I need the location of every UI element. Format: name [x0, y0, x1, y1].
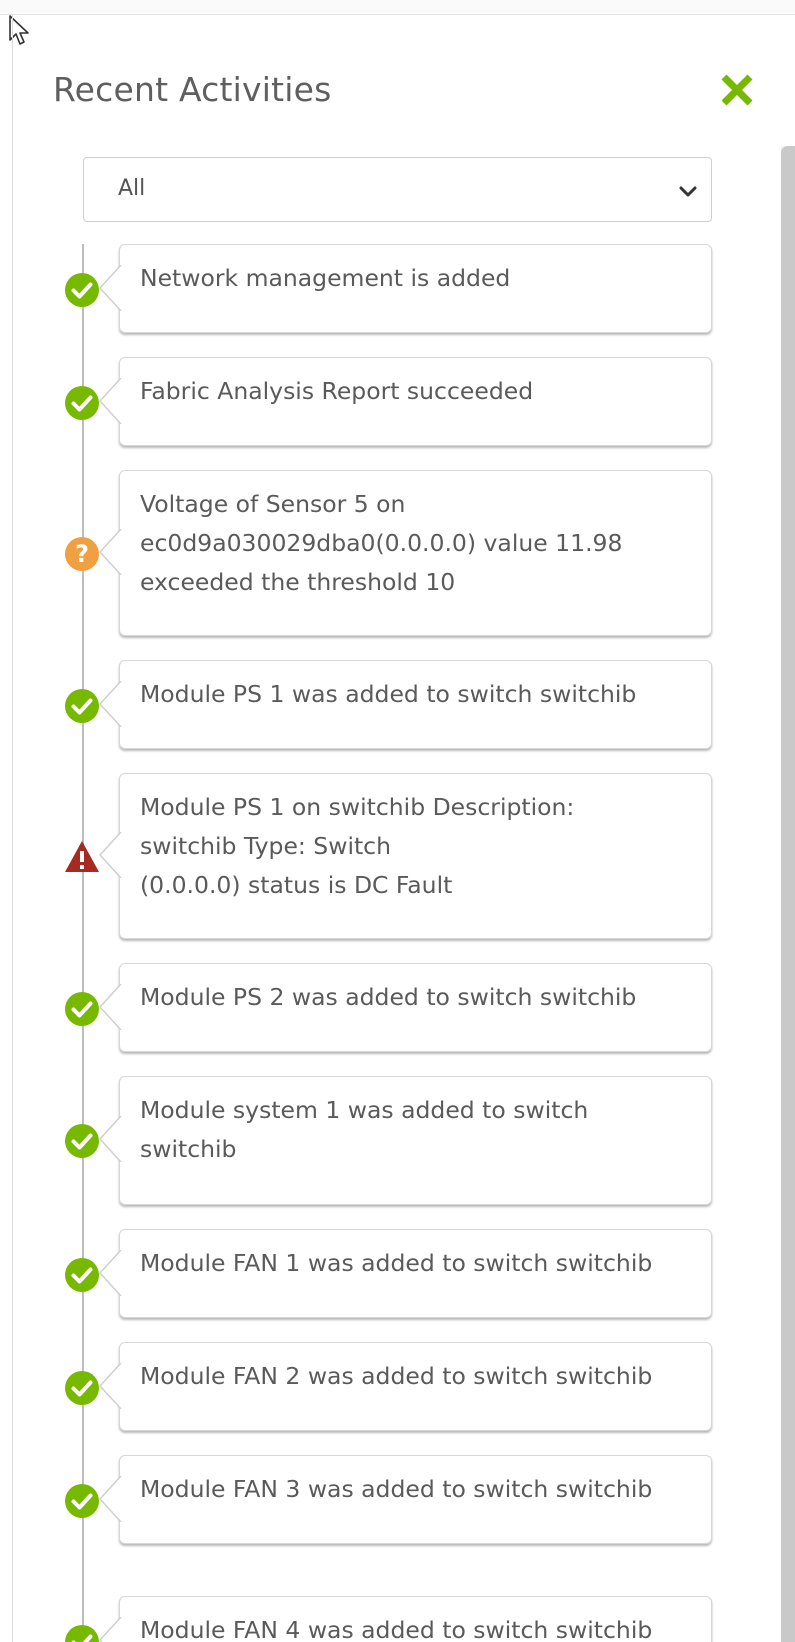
activity-text: Module FAN 4 was added to switch switchi… [140, 1616, 653, 1642]
activity-text: Module system 1 was added to switch swit… [140, 1096, 589, 1163]
activity-card[interactable]: Module FAN 4 was added to switch switchi… [98, 1596, 712, 1642]
card-pointer-arrow [98, 265, 122, 311]
activity-text: Voltage of Sensor 5 on ec0d9a030029dba0(… [140, 490, 623, 596]
timeline-line [82, 244, 84, 1642]
scrollbar-thumb[interactable] [781, 146, 795, 1642]
check-circle-icon [64, 272, 100, 308]
check-circle-icon [64, 385, 100, 421]
activity-card[interactable]: Module FAN 2 was added to switch switchi… [98, 1342, 712, 1431]
activity-card[interactable]: Module system 1 was added to switch swit… [98, 1076, 712, 1205]
card-pointer-arrow [98, 1476, 122, 1522]
filter-selected-value: All [118, 176, 146, 201]
card-pointer-arrow [98, 1116, 122, 1162]
activity-card[interactable]: Module PS 1 was added to switch switchib [98, 660, 712, 749]
panel-title: Recent Activities [53, 70, 332, 109]
close-x-icon[interactable] [718, 71, 756, 109]
activity-card[interactable]: Module FAN 3 was added to switch switchi… [98, 1455, 712, 1544]
check-circle-icon [64, 1257, 100, 1293]
check-circle-icon [64, 1370, 100, 1406]
card-pointer-arrow [98, 681, 122, 727]
activity-card[interactable]: Module PS 1 on switchib Description: swi… [98, 773, 712, 939]
chevron-down-icon [679, 186, 697, 197]
card-pointer-arrow [98, 1363, 122, 1409]
activity-filter-select[interactable]: All [83, 157, 712, 222]
activity-text: Network management is added [140, 264, 511, 292]
activity-card[interactable]: Module PS 2 was added to switch switchib [98, 963, 712, 1052]
panel-left-border [12, 15, 13, 1642]
activity-text: Module PS 2 was added to switch switchib [140, 983, 637, 1011]
recent-activities-page: Recent Activities All Network management… [0, 0, 795, 1642]
activity-card[interactable]: Voltage of Sensor 5 on ec0d9a030029dba0(… [98, 470, 712, 636]
activity-text: Fabric Analysis Report succeeded [140, 377, 534, 405]
card-pointer-arrow [98, 378, 122, 424]
activity-text: Module FAN 1 was added to switch switchi… [140, 1249, 653, 1277]
svg-text:?: ? [75, 540, 89, 568]
activity-text: Module PS 1 was added to switch switchib [140, 680, 637, 708]
card-pointer-arrow [98, 984, 122, 1030]
activity-card[interactable]: Fabric Analysis Report succeeded [98, 357, 712, 446]
card-pointer-arrow [98, 529, 122, 575]
card-pointer-arrow [98, 1250, 122, 1296]
check-circle-icon [64, 1123, 100, 1159]
check-circle-icon [64, 688, 100, 724]
question-circle-icon: ? [64, 536, 100, 572]
activity-text: Module FAN 2 was added to switch switchi… [140, 1362, 653, 1390]
check-circle-icon [64, 991, 100, 1027]
check-circle-icon [64, 1483, 100, 1519]
activity-text: Module PS 1 on switchib Description: swi… [140, 793, 575, 899]
card-pointer-arrow [98, 832, 122, 878]
activity-card[interactable]: Module FAN 1 was added to switch switchi… [98, 1229, 712, 1318]
check-circle-icon [64, 1624, 100, 1642]
activity-card[interactable]: Network management is added [98, 244, 712, 333]
card-pointer-arrow [98, 1617, 122, 1642]
warning-triangle-icon [64, 839, 100, 875]
top-strip [0, 0, 795, 15]
activity-text: Module FAN 3 was added to switch switchi… [140, 1475, 653, 1503]
